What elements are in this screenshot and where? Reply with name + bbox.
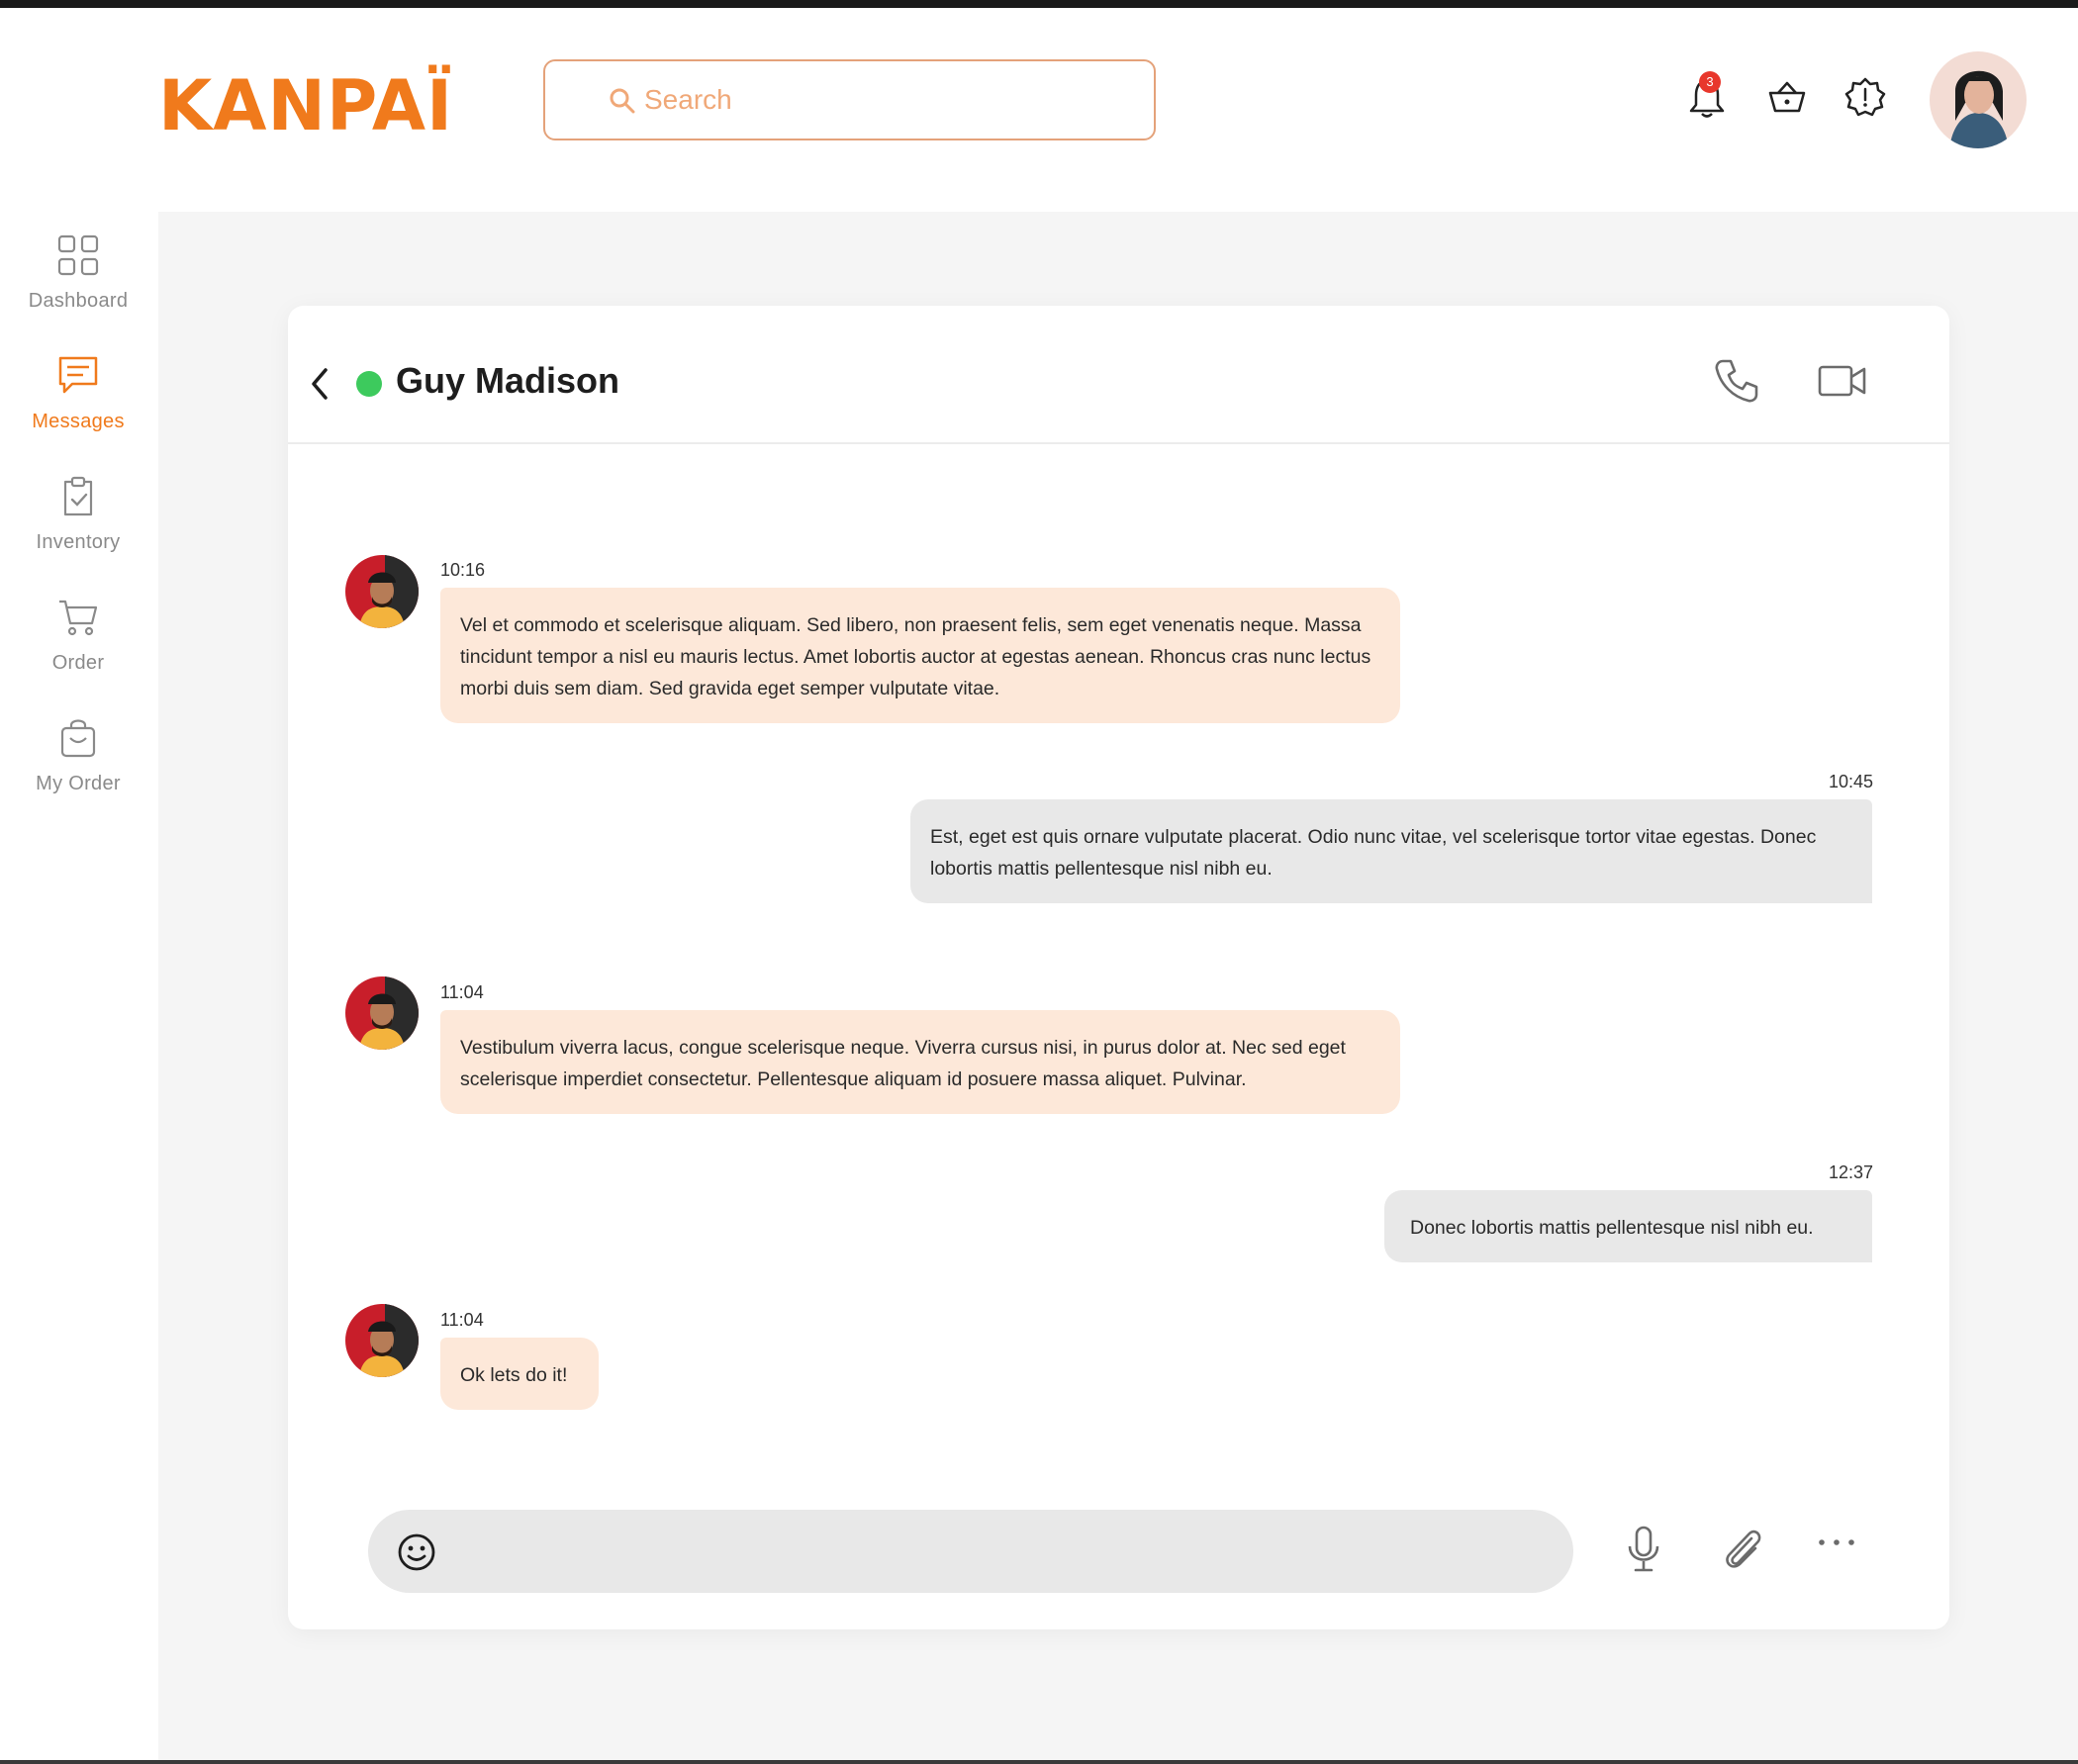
message-time: 10:45 bbox=[1828, 772, 1873, 791]
chat-icon bbox=[58, 356, 98, 394]
sidebar-item-label: Messages bbox=[32, 411, 125, 432]
phone-icon[interactable] bbox=[1713, 357, 1760, 405]
online-status-dot bbox=[356, 371, 382, 397]
window-top-border bbox=[0, 0, 2078, 8]
chat-panel: Guy Madison 10:16 Vel et commodo et scel… bbox=[288, 306, 1949, 1629]
sidebar-item-label: Inventory bbox=[36, 531, 121, 553]
incoming-message-bubble: Vestibulum viverra lacus, congue sceleri… bbox=[440, 1010, 1400, 1114]
message-time: 11:04 bbox=[440, 1310, 484, 1330]
message-composer bbox=[368, 1510, 1573, 1593]
user-avatar[interactable] bbox=[1930, 51, 2027, 148]
sidebar-item-my-order[interactable]: My Order bbox=[0, 716, 156, 795]
clipboard-check-icon bbox=[63, 476, 93, 516]
sidebar-item-dashboard[interactable]: Dashboard bbox=[0, 233, 156, 313]
notification-badge: 3 bbox=[1699, 71, 1721, 93]
contact-avatar bbox=[345, 976, 419, 1050]
contact-name: Guy Madison bbox=[396, 360, 620, 401]
chat-header: Guy Madison bbox=[288, 306, 1949, 444]
search-bar[interactable] bbox=[543, 59, 1156, 140]
outgoing-message-bubble: Est, eget est quis ornare vulputate plac… bbox=[910, 799, 1872, 903]
contact-avatar bbox=[345, 1304, 419, 1377]
microphone-icon[interactable] bbox=[1626, 1525, 1661, 1574]
contact-avatar bbox=[345, 555, 419, 628]
more-options-icon[interactable] bbox=[1817, 1536, 1856, 1548]
sidebar-item-inventory[interactable]: Inventory bbox=[0, 475, 156, 554]
bag-icon bbox=[60, 719, 96, 758]
message-time: 12:37 bbox=[1828, 1162, 1873, 1182]
incoming-message-bubble: Ok lets do it! bbox=[440, 1338, 599, 1410]
grid-icon bbox=[57, 234, 99, 276]
search-input[interactable] bbox=[642, 83, 1101, 117]
settings-badge-icon[interactable] bbox=[1842, 75, 1888, 121]
basket-icon[interactable] bbox=[1764, 75, 1810, 121]
outgoing-message-bubble: Donec lobortis mattis pellentesque nisl … bbox=[1384, 1190, 1872, 1262]
contact-avatar-image bbox=[345, 1304, 419, 1377]
message-time: 11:04 bbox=[440, 982, 484, 1002]
contact-avatar-image bbox=[345, 555, 419, 628]
user-avatar-image bbox=[1930, 51, 2027, 148]
message-time: 10:16 bbox=[440, 560, 486, 580]
sidebar-item-label: Dashboard bbox=[28, 290, 129, 312]
cart-icon bbox=[59, 600, 98, 636]
search-icon bbox=[610, 88, 635, 114]
contact-avatar-image bbox=[345, 976, 419, 1050]
sidebar-item-order[interactable]: Order bbox=[0, 596, 156, 675]
back-chevron-icon[interactable] bbox=[310, 367, 331, 401]
incoming-message-bubble: Vel et commodo et scelerisque aliquam. S… bbox=[440, 588, 1400, 723]
sidebar-item-messages[interactable]: Messages bbox=[0, 354, 156, 433]
window-bottom-border bbox=[0, 1760, 2078, 1764]
brand-logo[interactable]: KANPAÏ bbox=[158, 61, 453, 150]
video-camera-icon[interactable] bbox=[1817, 361, 1868, 401]
sidebar-item-label: Order bbox=[51, 652, 105, 674]
sidebar-item-label: My Order bbox=[36, 773, 121, 794]
emoji-icon[interactable] bbox=[396, 1532, 437, 1573]
message-input[interactable] bbox=[467, 1528, 1540, 1577]
paperclip-icon[interactable] bbox=[1720, 1525, 1765, 1574]
